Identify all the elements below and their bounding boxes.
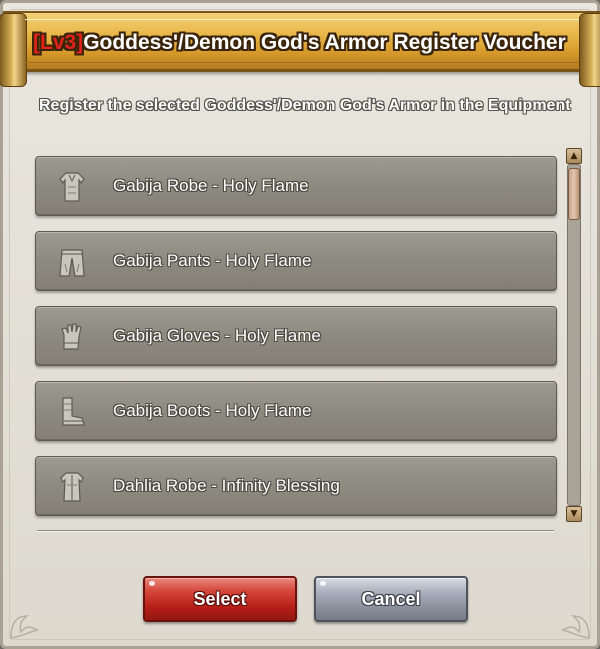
list-item[interactable]: Gabija Boots - Holy Flame	[35, 381, 557, 441]
chevron-up-icon: ▲	[570, 150, 578, 161]
list-item[interactable]: Dahlia Robe - Infinity Blessing	[35, 456, 557, 516]
list-item-label: Gabija Boots - Holy Flame	[113, 401, 312, 420]
dialog-title: [Lv3]Goddess'/Demon God's Armor Register…	[33, 31, 566, 55]
select-button[interactable]: Select	[143, 576, 297, 622]
list-item-label: Gabija Gloves - Holy Flame	[113, 326, 321, 345]
button-shine	[149, 581, 155, 586]
boots-icon	[62, 397, 85, 426]
title-bar: [Lv3]Goddess'/Demon God's Armor Register…	[0, 11, 600, 87]
pants-icon	[59, 249, 85, 277]
corner-ornament-icon	[561, 615, 590, 639]
cancel-button[interactable]: Cancel	[314, 576, 468, 622]
robe-icon	[60, 472, 84, 502]
armor-register-dialog: [Lv3]Goddess'/Demon God's Armor Register…	[0, 0, 600, 649]
scroll-down-button[interactable]: ▼	[566, 506, 582, 522]
list-item[interactable]: Gabija Gloves - Holy Flame	[35, 306, 557, 366]
list-item[interactable]: Gabija Robe - Holy Flame	[35, 156, 557, 216]
select-button-label: Select	[193, 588, 247, 609]
armor-list: Gabija Robe - Holy Flame Gabija Pants - …	[35, 156, 557, 518]
title-ornament-right	[579, 13, 600, 87]
list-item[interactable]: Gabija Pants - Holy Flame	[35, 231, 557, 291]
title-ornament-left	[0, 13, 27, 87]
dialog-description: Register the selected Goddess'/Demon God…	[39, 97, 571, 114]
list-item-label: Gabija Robe - Holy Flame	[113, 176, 309, 195]
cancel-button-label: Cancel	[361, 588, 421, 609]
title-text: Goddess'/Demon God's Armor Register Vouc…	[83, 31, 566, 54]
list-scrollbar[interactable]: ▲ ▼	[565, 148, 583, 522]
scroll-up-button[interactable]: ▲	[566, 148, 582, 164]
list-item-label: Dahlia Robe - Infinity Blessing	[113, 476, 340, 495]
corner-ornament-icon	[10, 615, 39, 639]
divider	[37, 530, 554, 532]
title-level-tag: [Lv3]	[33, 31, 84, 54]
button-shine	[320, 581, 326, 586]
scroll-thumb[interactable]	[568, 168, 580, 220]
gloves-icon	[61, 323, 82, 350]
robe-icon	[59, 172, 85, 202]
list-item-label: Gabija Pants - Holy Flame	[113, 251, 312, 270]
chevron-down-icon: ▼	[570, 508, 578, 519]
